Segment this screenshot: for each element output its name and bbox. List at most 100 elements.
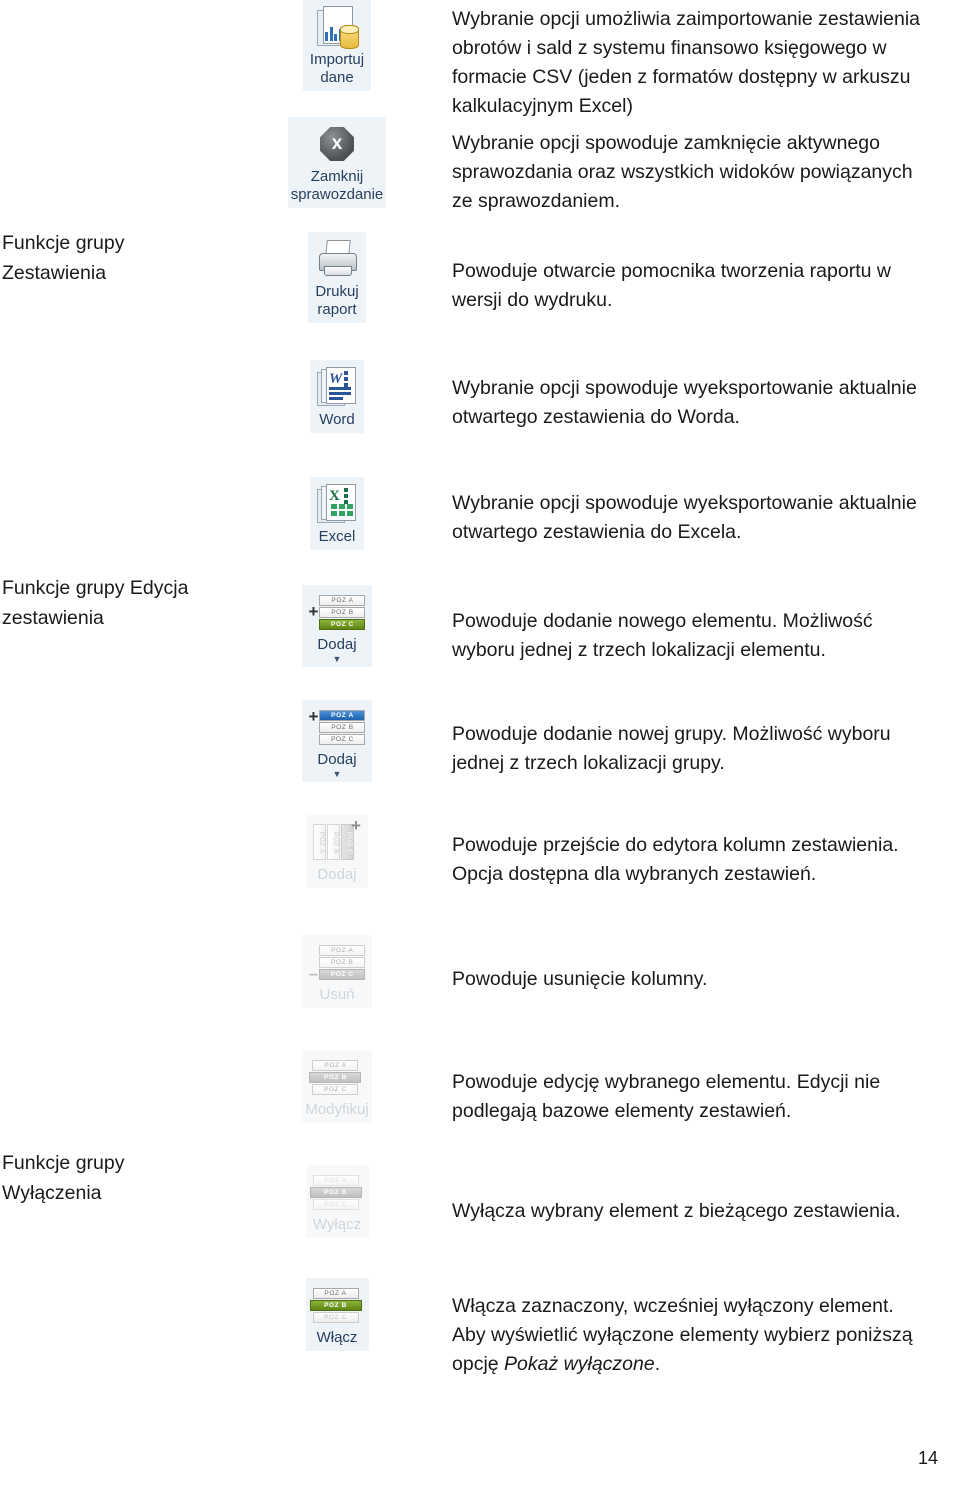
- poz-c-row: POZ C: [312, 1311, 359, 1323]
- modify-element-icon: POZ A POZ B POZ C: [309, 1055, 362, 1099]
- button-label-line2: sprawozdanie: [290, 186, 384, 203]
- row-description: Powoduje edycję wybranego elementu. Edyc…: [452, 1071, 881, 1122]
- excel-glyph: X: [329, 488, 340, 504]
- enable-element-button[interactable]: POZ A POZ B POZ C Włącz: [305, 1278, 369, 1351]
- group-label-line2: zestawienia: [2, 607, 104, 629]
- close-report-icon: x: [320, 122, 354, 166]
- add-group-icon: + POZ A POZ B POZ C: [309, 705, 366, 749]
- description-suffix: .: [654, 1353, 661, 1375]
- icon-cell: + POZ A POZ B POZ C Dodaj ▼: [292, 700, 382, 782]
- enable-element-icon: POZ A POZ B POZ C: [309, 1283, 362, 1327]
- description-italic: Pokaż wyłączone: [504, 1353, 655, 1375]
- delete-column-button[interactable]: – POZ A POZ B POZ C Usuń: [301, 935, 373, 1008]
- delete-column-icon: – POZ A POZ B POZ C: [308, 940, 366, 984]
- word-export-button[interactable]: W Word: [310, 360, 364, 433]
- group-label-line2: Zestawienia: [2, 262, 107, 284]
- group-label-edycja: Funkcje grupy Edycja zestawienia: [2, 573, 252, 633]
- disable-element-icon: POZ A POZ B POZ C: [309, 1170, 362, 1214]
- word-glyph: W: [329, 371, 343, 387]
- button-label-line1: Modyfikuj: [305, 1101, 369, 1118]
- poz-a-row: POZ A: [319, 944, 366, 956]
- poz-a-row: POZ A: [312, 1287, 359, 1299]
- icon-cell: X Excel: [292, 477, 382, 550]
- button-label-line1: Usuń: [319, 986, 355, 1003]
- plus-glyph: +: [351, 816, 361, 835]
- poz-c-row: POZ C: [312, 1083, 359, 1095]
- group-label-line2: Wyłączenia: [2, 1182, 102, 1204]
- poz-c-row: POZ C: [319, 968, 366, 980]
- excel-export-button[interactable]: X Excel: [310, 477, 364, 550]
- row-description: Wyłącza wybrany element z bieżącego zest…: [452, 1200, 901, 1222]
- icon-cell: POZ A POZ B POZ C Modyfikuj: [284, 1050, 390, 1123]
- chevron-down-icon[interactable]: ▼: [333, 655, 342, 664]
- button-label-line2: dane: [320, 69, 354, 86]
- chevron-down-icon[interactable]: ▼: [333, 770, 342, 779]
- row-description: Wybranie opcji umożliwia zaimportowanie …: [452, 8, 921, 117]
- row-description: Powoduje dodanie nowej grupy. Możliwość …: [452, 723, 891, 774]
- disable-element-button[interactable]: POZ A POZ B POZ C Wyłącz: [305, 1165, 369, 1238]
- poz-b-row: POZ B: [309, 1186, 362, 1198]
- add-column-icon: POZ A POZ B POZ C +: [313, 816, 361, 864]
- add-element-icon: + POZ A POZ B POZ C: [309, 590, 366, 634]
- row-description: Powoduje dodanie nowego elementu. Możliw…: [452, 610, 873, 661]
- plus-glyph: +: [308, 602, 319, 621]
- minus-glyph: –: [308, 963, 319, 983]
- poz-b-row: POZ B: [309, 1071, 362, 1083]
- poz-a-row: POZ A: [312, 1059, 359, 1071]
- word-export-icon: W: [317, 365, 357, 409]
- button-label-line1: Zamknij: [310, 168, 364, 185]
- button-label-line1: Importuj: [309, 51, 365, 68]
- poz-c-row: POZ C: [319, 618, 366, 630]
- icon-cell: Drukuj raport: [292, 232, 382, 323]
- poz-b-row: POZ B: [319, 721, 366, 733]
- import-data-icon: [317, 5, 359, 49]
- row-description: Wybranie opcji spowoduje wyeksportowanie…: [452, 492, 917, 543]
- icon-cell: W Word: [292, 360, 382, 433]
- poz-b-column: POZ B: [327, 824, 341, 860]
- add-column-button[interactable]: POZ A POZ B POZ C + Dodaj: [306, 815, 368, 888]
- row-description: Powoduje przejście do edytora kolumn zes…: [452, 834, 899, 885]
- icon-cell: + POZ A POZ B POZ C Dodaj ▼: [292, 585, 382, 667]
- add-group-button[interactable]: + POZ A POZ B POZ C Dodaj ▼: [301, 700, 373, 782]
- group-label-line1: Funkcje grupy Edycja: [2, 577, 189, 599]
- button-label-line1: Wyłącz: [312, 1216, 362, 1233]
- add-element-button[interactable]: + POZ A POZ B POZ C Dodaj ▼: [301, 585, 373, 667]
- icon-cell: POZ A POZ B POZ C + Dodaj: [292, 815, 382, 888]
- poz-c-row: POZ C: [312, 1198, 359, 1210]
- icon-cell: POZ A POZ B POZ C Wyłącz: [292, 1165, 382, 1238]
- modify-element-button[interactable]: POZ A POZ B POZ C Modyfikuj: [302, 1050, 372, 1123]
- button-label-line1: Word: [319, 411, 355, 428]
- button-label-line1: Dodaj: [317, 636, 357, 653]
- poz-a-column: POZ A: [313, 824, 327, 860]
- group-label-line1: Funkcje grupy: [2, 1152, 125, 1174]
- excel-export-icon: X: [317, 482, 357, 526]
- row-description: Powoduje otwarcie pomocnika tworzenia ra…: [452, 260, 891, 311]
- icon-cell: – POZ A POZ B POZ C Usuń: [292, 935, 382, 1008]
- poz-a-row: POZ A: [319, 709, 366, 721]
- import-data-button[interactable]: Importuj dane: [302, 0, 372, 91]
- poz-a-row: POZ A: [312, 1174, 359, 1186]
- page-number: 14: [917, 1448, 938, 1468]
- button-label-line1: Excel: [318, 528, 356, 545]
- button-label-line1: Dodaj: [317, 751, 357, 768]
- close-x-glyph: x: [320, 127, 354, 161]
- poz-c-row: POZ C: [319, 733, 366, 745]
- button-label-line1: Dodaj: [317, 866, 357, 883]
- group-label-line1: Funkcje grupy: [2, 232, 125, 254]
- print-report-button[interactable]: Drukuj raport: [308, 232, 366, 323]
- group-label-zestawienia: Funkcje grupy Zestawienia: [2, 228, 252, 288]
- button-label-line1: Włącz: [316, 1329, 358, 1346]
- button-label-line1: Drukuj: [315, 283, 359, 300]
- print-report-icon: [317, 237, 357, 281]
- poz-a-row: POZ A: [319, 594, 366, 606]
- group-label-wylaczenia: Funkcje grupy Wyłączenia: [2, 1148, 252, 1208]
- poz-b-row: POZ B: [319, 956, 366, 968]
- button-label-line2: raport: [317, 301, 357, 318]
- document-page: Funkcje grupy Zestawienia Funkcje grupy …: [0, 0, 960, 1487]
- icon-cell: x Zamknij sprawozdanie: [284, 117, 390, 208]
- close-report-button[interactable]: x Zamknij sprawozdanie: [287, 117, 387, 208]
- row-description: Wybranie opcji spowoduje zamknięcie akty…: [452, 132, 913, 212]
- row-description: Powoduje usunięcie kolumny.: [452, 968, 708, 990]
- poz-b-row: POZ B: [319, 606, 366, 618]
- poz-b-row: POZ B: [309, 1299, 362, 1311]
